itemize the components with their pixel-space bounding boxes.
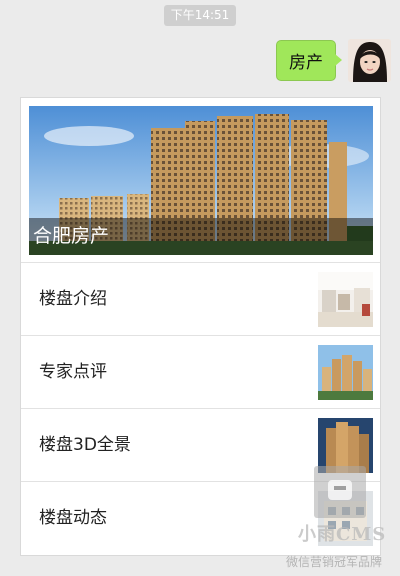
list-item-project-intro[interactable]: 楼盘介绍 — [21, 262, 380, 335]
watermark-subtitle: 微信营销冠军品牌 — [286, 555, 383, 569]
list-item-label: 楼盘动态 — [39, 508, 107, 528]
timestamp-badge: 下午14:51 — [164, 5, 236, 26]
watermark-logo-icon — [314, 466, 366, 518]
list-item-label: 楼盘3D全景 — [39, 435, 131, 455]
list-item-label: 楼盘介绍 — [39, 289, 107, 309]
sent-message-bubble[interactable]: 房产 — [276, 40, 342, 81]
tower-photo-icon — [318, 418, 373, 473]
hero-caption: 合肥房产 — [29, 218, 373, 255]
list-item-label: 专家点评 — [39, 362, 107, 382]
watermark-title: 小雨CMS — [298, 524, 387, 545]
message-text: 房产 — [289, 53, 323, 73]
list-item-expert-review[interactable]: 专家点评 — [21, 335, 380, 408]
interior-photo-icon — [318, 272, 373, 327]
user-avatar-icon — [348, 39, 391, 82]
avatar[interactable] — [348, 39, 391, 82]
buildings-photo-icon — [318, 345, 373, 400]
hero-banner[interactable]: 合肥房产 — [29, 106, 373, 255]
